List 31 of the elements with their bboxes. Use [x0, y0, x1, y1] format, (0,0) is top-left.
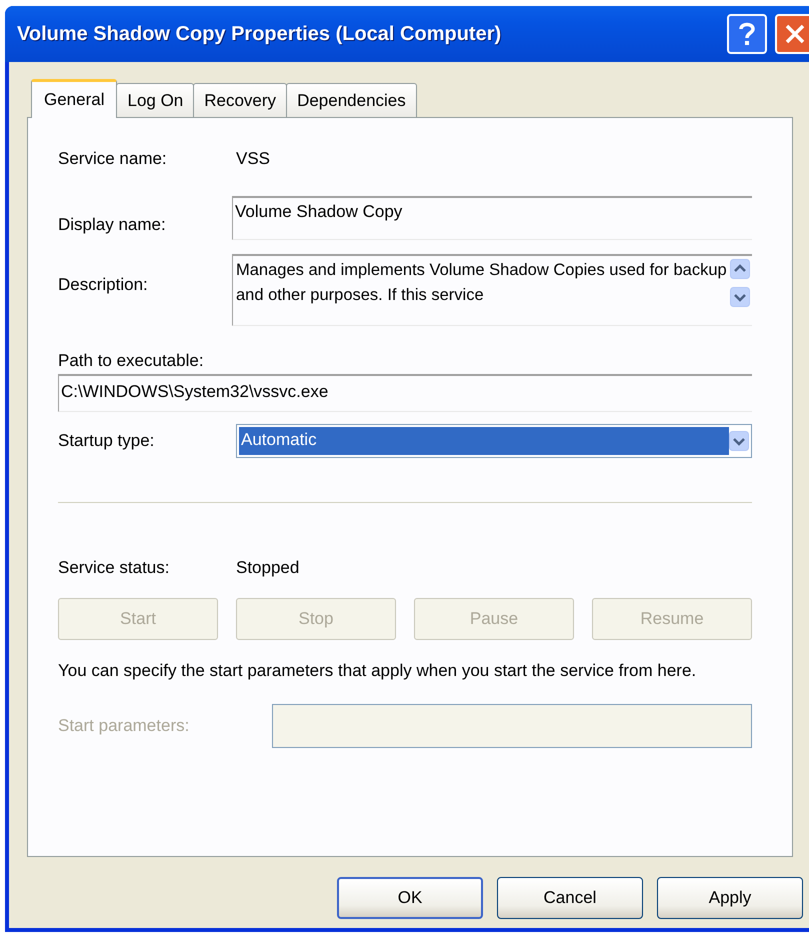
close-button[interactable]: [775, 14, 809, 54]
field-label: Path to executable:: [58, 350, 205, 372]
tab[interactable]: Recovery: [193, 83, 288, 117]
close-icon: [784, 23, 806, 45]
scroll-up-icon[interactable]: [730, 259, 750, 279]
field-label: Service status:: [58, 556, 170, 578]
service-status-value: Stopped: [236, 556, 300, 578]
question-mark-icon: [738, 21, 756, 47]
startup-type-dropdown[interactable]: Automatic: [236, 424, 752, 458]
dialog-button[interactable]: Apply: [657, 877, 803, 919]
field-label: Startup type:: [58, 430, 156, 452]
display-name-field[interactable]: Volume Shadow Copy: [232, 196, 752, 240]
help-button[interactable]: [727, 14, 767, 54]
field-value: VSS: [236, 148, 270, 170]
description-field[interactable]: Manages and implements Volume Shadow Copies used for backup and other purposes. If this service: [232, 254, 752, 326]
field-label: Service name:: [58, 148, 168, 170]
field-label: Start parameters:: [58, 715, 190, 738]
start-parameters-field[interactable]: [272, 704, 752, 748]
dialog-button[interactable]: OK: [337, 877, 483, 919]
field-label: Display name:: [58, 214, 167, 236]
tab[interactable]: Log On: [116, 83, 194, 117]
tab[interactable]: General: [31, 79, 118, 118]
path-field: C:\WINDOWS\System32\vssvc.exe: [58, 374, 752, 412]
tab[interactable]: Dependencies: [286, 83, 417, 117]
instruction-text: You can specify the start parameters that apply when you start the service from here.: [58, 660, 698, 682]
description-text: Manages and implements Volume Shadow Copies used for backup and other purposes. If this service: [235, 260, 728, 306]
dropdown-value: Automatic: [239, 426, 729, 454]
scroll-down-icon[interactable]: [730, 287, 750, 307]
window-title: Volume Shadow Copy Properties (Local Computer): [17, 22, 502, 47]
field-label: Description:: [58, 274, 149, 296]
dialog-button[interactable]: Cancel: [497, 877, 643, 919]
